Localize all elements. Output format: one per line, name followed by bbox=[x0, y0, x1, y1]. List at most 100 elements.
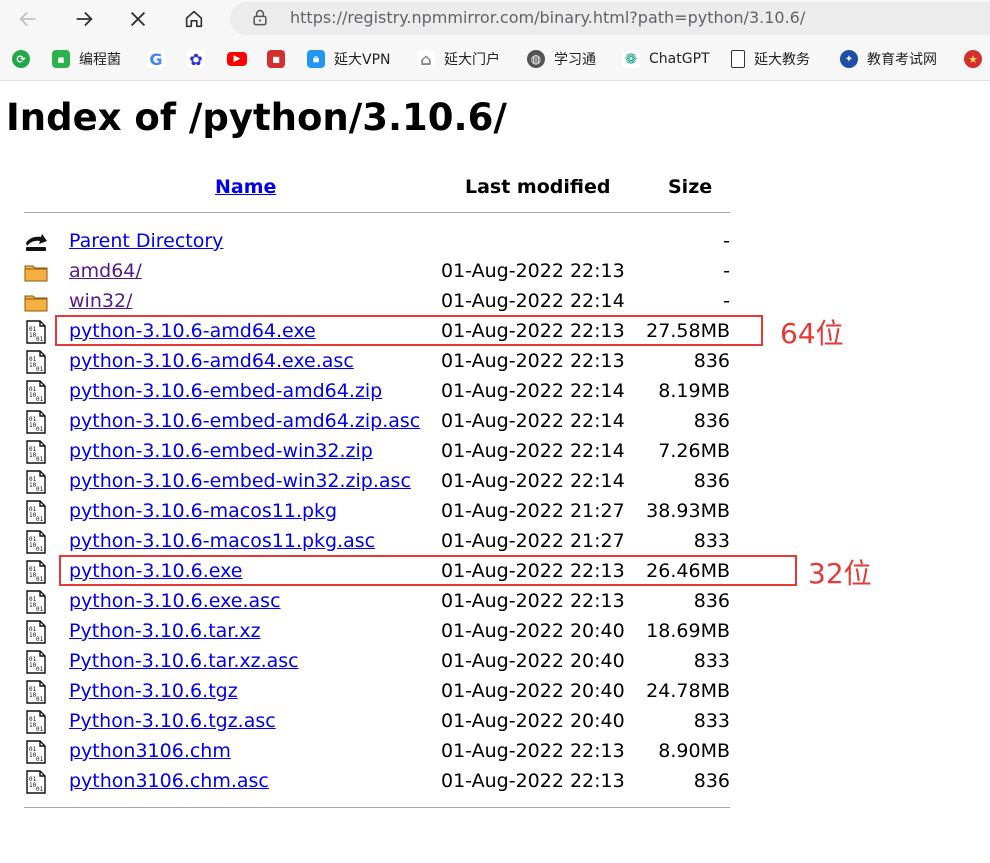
file-link[interactable]: python-3.10.6-macos11.pkg.asc bbox=[69, 530, 375, 552]
annotation-64bit: 64位 bbox=[780, 317, 844, 350]
size-cell: - bbox=[723, 290, 730, 312]
svg-text:01: 01 bbox=[36, 756, 44, 763]
last-modified-cell: 01-Aug-2022 22:13 bbox=[441, 590, 625, 612]
lock-blue-icon: 🔒︎ bbox=[307, 50, 325, 68]
size-cell: - bbox=[723, 230, 730, 252]
footer-divider bbox=[24, 807, 730, 808]
size-cell: 836 bbox=[693, 350, 730, 372]
svg-text:01: 01 bbox=[36, 606, 44, 613]
table-row: 01 10 01 Python-3.10.6.tar.xz.asc 01-Aug-202… bbox=[0, 648, 990, 678]
size-cell: 836 bbox=[693, 770, 730, 792]
bookmark-label: 编程菌 bbox=[79, 52, 121, 68]
file-link[interactable]: python-3.10.6.exe.asc bbox=[69, 590, 281, 612]
bookmark-chatgpt[interactable]: ❁ ChatGPT bbox=[622, 48, 710, 70]
stop-button[interactable] bbox=[122, 3, 154, 35]
forward-button[interactable] bbox=[68, 3, 100, 35]
file-link[interactable]: python-3.10.6-macos11.pkg bbox=[69, 500, 337, 522]
table-row: 01 10 01 python-3.10.6-embed-win32.zip.asc 0… bbox=[0, 468, 990, 498]
file-link[interactable]: Python-3.10.6.tgz.asc bbox=[69, 710, 276, 732]
svg-text:01: 01 bbox=[36, 786, 44, 793]
folder-icon bbox=[24, 290, 48, 314]
bookmarks-bar: ⟳ ▪ 编程菌 G ✿ ▶ ■ 🔒︎ 延大VPN ⌂ 延大门户 ◍ 学习通 ❁ … bbox=[0, 38, 990, 81]
bookmark-biancheng[interactable]: ▪ 编程菌 bbox=[52, 48, 121, 70]
file-link[interactable]: Python-3.10.6.tgz bbox=[69, 680, 238, 702]
file-link[interactable]: python-3.10.6-embed-win32.zip bbox=[69, 440, 373, 462]
file-link[interactable]: python-3.10.6-amd64.exe.asc bbox=[69, 350, 354, 372]
svg-text:01: 01 bbox=[36, 576, 44, 583]
binary-file-icon: 01 10 01 bbox=[24, 320, 48, 344]
last-modified-cell: 01-Aug-2022 22:14 bbox=[441, 470, 625, 492]
bookmark-red-badge[interactable]: ■ bbox=[267, 48, 294, 70]
bookmark-label: ChatGPT bbox=[649, 51, 710, 67]
size-cell: 8.19MB bbox=[658, 380, 730, 402]
home-button[interactable] bbox=[178, 3, 210, 35]
svg-text:01: 01 bbox=[36, 336, 44, 343]
last-modified-cell: 01-Aug-2022 21:27 bbox=[441, 530, 625, 552]
folder-icon bbox=[24, 260, 48, 284]
file-link[interactable]: python3106.chm bbox=[69, 740, 231, 762]
bookmark-jiaowu[interactable]: 延大教务 bbox=[731, 48, 810, 70]
last-modified-cell: 01-Aug-2022 20:40 bbox=[441, 680, 625, 702]
size-cell: 836 bbox=[693, 410, 730, 432]
column-header-name[interactable]: Name bbox=[215, 176, 276, 198]
file-link[interactable]: python-3.10.6-embed-amd64.zip bbox=[69, 380, 382, 402]
column-header-size: Size bbox=[668, 176, 713, 198]
bookmark-portal[interactable]: ⌂ 延大门户 bbox=[417, 48, 500, 70]
globe-icon: ◍ bbox=[527, 50, 545, 68]
file-link[interactable]: python-3.10.6-embed-win32.zip.asc bbox=[69, 470, 411, 492]
file-link[interactable]: python-3.10.6-embed-amd64.zip.asc bbox=[69, 410, 420, 432]
binary-file-icon: 01 10 01 bbox=[24, 440, 48, 464]
back-arrow-icon bbox=[24, 230, 48, 254]
browser-toolbar: https://registry.npmmirror.com/binary.ht… bbox=[0, 0, 990, 38]
bookmark-emblem[interactable]: ★ bbox=[964, 48, 990, 70]
emblem-red-icon: ★ bbox=[964, 50, 982, 68]
binary-file-icon: 01 10 01 bbox=[24, 620, 48, 644]
binary-file-icon: 01 10 01 bbox=[24, 530, 48, 554]
binary-file-icon: 01 10 01 bbox=[24, 770, 48, 794]
bookmark-google[interactable]: G bbox=[147, 48, 174, 70]
bookmark-xuexitong[interactable]: ◍ 学习通 bbox=[527, 48, 596, 70]
svg-text:01: 01 bbox=[36, 546, 44, 553]
sort-by-name-link[interactable]: Name bbox=[215, 176, 276, 198]
table-row: Parent Directory - bbox=[0, 228, 990, 258]
bookmark-refresh[interactable]: ⟳ bbox=[12, 48, 39, 70]
bookmark-vpn[interactable]: 🔒︎ 延大VPN bbox=[307, 48, 391, 70]
size-cell: 18.69MB bbox=[646, 620, 730, 642]
table-row: amd64/01-Aug-2022 22:13 - bbox=[0, 258, 990, 288]
file-link[interactable]: Parent Directory bbox=[69, 230, 223, 252]
file-link[interactable]: Python-3.10.6.tar.xz.asc bbox=[69, 650, 299, 672]
binary-file-icon: 01 10 01 bbox=[24, 740, 48, 764]
table-row: 01 10 01 python-3.10.6-macos11.pkg 01-Aug-20… bbox=[0, 498, 990, 528]
file-link[interactable]: Python-3.10.6.tar.xz bbox=[69, 620, 261, 642]
last-modified-cell: 01-Aug-2022 22:13 bbox=[441, 770, 625, 792]
file-link[interactable]: python3106.chm.asc bbox=[69, 770, 269, 792]
bookmark-label: 延大门户 bbox=[444, 52, 500, 68]
last-modified-cell: 01-Aug-2022 22:14 bbox=[441, 290, 625, 312]
svg-text:01: 01 bbox=[36, 666, 44, 673]
bookmark-youtube[interactable]: ▶ bbox=[227, 48, 256, 70]
bookmark-baidu[interactable]: ✿ bbox=[187, 48, 214, 70]
back-button[interactable] bbox=[12, 3, 44, 35]
address-bar[interactable]: https://registry.npmmirror.com/binary.ht… bbox=[230, 2, 990, 35]
table-row: 01 10 01 python-3.10.6-amd64.exe.asc 01-Aug-… bbox=[0, 348, 990, 378]
url-text[interactable]: https://registry.npmmirror.com/binary.ht… bbox=[290, 8, 805, 27]
refresh-green-icon: ⟳ bbox=[12, 50, 30, 68]
bookmark-exam[interactable]: ✦ 教育考试网 bbox=[840, 48, 937, 70]
file-link[interactable]: amd64/ bbox=[69, 260, 142, 282]
document-icon bbox=[731, 50, 745, 68]
file-link[interactable]: win32/ bbox=[69, 290, 132, 312]
annotation-32bit: 32位 bbox=[808, 557, 872, 590]
size-cell: - bbox=[723, 260, 730, 282]
last-modified-cell: 01-Aug-2022 20:40 bbox=[441, 710, 625, 732]
binary-file-icon: 01 10 01 bbox=[24, 560, 48, 584]
svg-text:01: 01 bbox=[36, 726, 44, 733]
size-cell: 833 bbox=[693, 710, 730, 732]
binary-file-icon: 01 10 01 bbox=[24, 680, 48, 704]
lock-icon[interactable] bbox=[250, 8, 270, 28]
size-cell: 8.90MB bbox=[658, 740, 730, 762]
binary-file-icon: 01 10 01 bbox=[24, 500, 48, 524]
binary-file-icon: 01 10 01 bbox=[24, 710, 48, 734]
table-row: 01 10 01 Python-3.10.6.tar.xz 01-Aug-2022 20… bbox=[0, 618, 990, 648]
binary-file-icon: 01 10 01 bbox=[24, 380, 48, 404]
last-modified-cell: 01-Aug-2022 22:13 bbox=[441, 740, 625, 762]
